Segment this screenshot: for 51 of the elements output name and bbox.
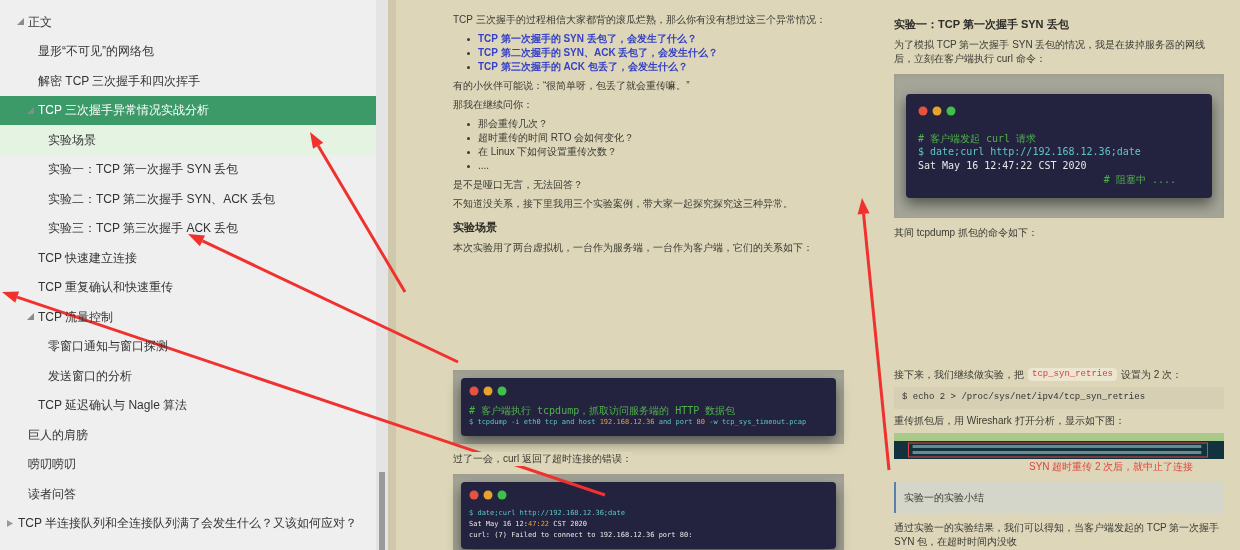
list-item: 超时重传的时间 RTO 会如何变化？ xyxy=(478,131,635,145)
scrollbar[interactable] xyxy=(376,0,388,550)
paragraph: 是不是哑口无言，无法回答？ xyxy=(453,178,583,192)
paragraph: 设置为 2 次： xyxy=(1121,368,1183,382)
outline-item[interactable]: TCP 快速建立连接 xyxy=(0,243,376,273)
link[interactable]: TCP 第三次握手的 ACK 包丢了，会发生什么？ xyxy=(478,60,688,74)
paragraph: 接下来，我们继续做实验，把 xyxy=(894,368,1024,382)
code-block: $ echo 2 > /proc/sys/net/ipv4/tcp_syn_retries xyxy=(894,387,1224,409)
terminal-line: # 客户端执行 tcpdump，抓取访问服务端的 HTTP 数据包 xyxy=(469,404,737,417)
outline-item[interactable]: 正文 xyxy=(0,7,376,37)
terminal-line: # 阻塞中 .... xyxy=(1102,172,1177,186)
window-controls-icon xyxy=(918,105,958,116)
bullet-icon xyxy=(467,37,470,41)
outline-item[interactable]: 显形“不可见”的网络包 xyxy=(0,36,376,66)
bullet-icon xyxy=(467,122,470,126)
expanded-triangle-icon[interactable] xyxy=(17,18,24,26)
bullet-icon xyxy=(467,136,470,140)
outline-item[interactable]: 发送窗口的分析 xyxy=(0,361,376,391)
outline-item[interactable]: TCP 重复确认和快速重传 xyxy=(0,272,376,302)
outline-item[interactable]: 唠叨唠叨 xyxy=(0,449,376,479)
window-controls-icon xyxy=(469,386,509,396)
inline-code: tcp_syn_retries xyxy=(1028,367,1117,382)
outline-item[interactable]: 巨人的肩膀 xyxy=(0,420,376,450)
bullet-icon xyxy=(467,164,470,168)
bullet-icon xyxy=(467,65,470,69)
outline-item[interactable]: 实验一：TCP 第一次握手 SYN 丢包 xyxy=(0,154,376,184)
terminal-line: $ date;curl http://192.168.12.36;date xyxy=(918,144,1142,159)
list-item: 在 Linux 下如何设置重传次数？ xyxy=(478,145,618,159)
outline-item[interactable]: 实验二：TCP 第二次握手 SYN、ACK 丢包 xyxy=(0,184,376,214)
outline-item[interactable]: TCP 延迟确认与 Nagle 算法 xyxy=(0,390,376,420)
outline-item[interactable]: 读者问答 xyxy=(0,479,376,509)
callout-box: 实验一的实验小结 xyxy=(894,481,1224,513)
bullet-icon xyxy=(467,51,470,55)
expanded-triangle-icon[interactable] xyxy=(27,313,34,321)
bullet-icon xyxy=(467,150,470,154)
outline-item[interactable]: 实验场景 xyxy=(0,125,376,155)
outline-item[interactable]: TCP 半连接队列和全连接队列满了会发生什么？又该如何应对？ xyxy=(0,508,376,538)
window-controls-icon xyxy=(469,490,509,500)
link[interactable]: TCP 第一次握手的 SYN 丢包了，会发生了什么？ xyxy=(478,32,697,46)
list-item: 那会重传几次？ xyxy=(478,117,548,131)
paragraph: 有的小伙伴可能说：“很简单呀，包丢了就会重传嘛。” xyxy=(453,79,690,93)
terminal-line: Sat May 16 12:47:22 CST 2020 xyxy=(918,158,1088,173)
section-heading: 实验场景 xyxy=(453,220,498,235)
link[interactable]: TCP 第二次握手的 SYN、ACK 丢包了，会发生什么？ xyxy=(478,46,719,60)
section-heading: 实验一：TCP 第一次握手 SYN 丢包 xyxy=(894,17,1070,32)
outline-item[interactable]: 解密 TCP 三次握手和四次挥手 xyxy=(0,66,376,96)
list-item: .... xyxy=(478,159,490,173)
collapsed-triangle-icon[interactable] xyxy=(7,519,14,527)
figure-caption: SYN 超时重传 2 次后，就中止了连接 xyxy=(1028,459,1195,474)
terminal-line: # 客户端发起 curl 请求 xyxy=(918,131,1038,145)
outline-item[interactable]: 实验三：TCP 第三次握手 ACK 丢包 xyxy=(0,213,376,243)
